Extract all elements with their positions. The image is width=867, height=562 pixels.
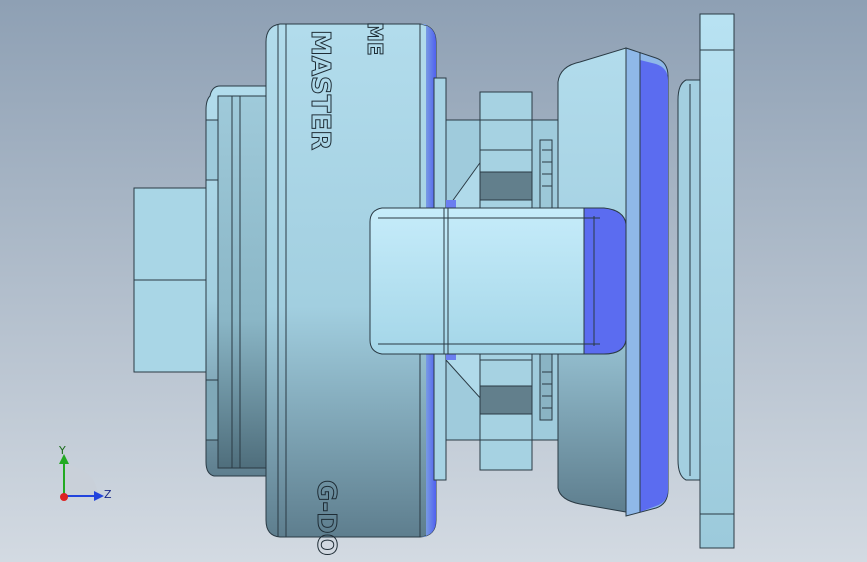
- front-pin: [369, 207, 627, 355]
- flange-plate: [699, 13, 735, 549]
- model-canvas[interactable]: MASTER ME G-DO Y Z: [0, 0, 867, 562]
- engraving-bottom: G-DO: [311, 480, 341, 556]
- triad-y-label: Y: [58, 444, 66, 457]
- triad-z-label: Z: [104, 488, 112, 501]
- left-hub: [205, 85, 269, 477]
- cad-viewport[interactable]: MASTER ME G-DO Y Z: [0, 0, 867, 562]
- engraving-top-a: MASTER: [305, 30, 335, 150]
- engraving-top-b: ME: [363, 22, 387, 56]
- rear-ring: [677, 79, 701, 481]
